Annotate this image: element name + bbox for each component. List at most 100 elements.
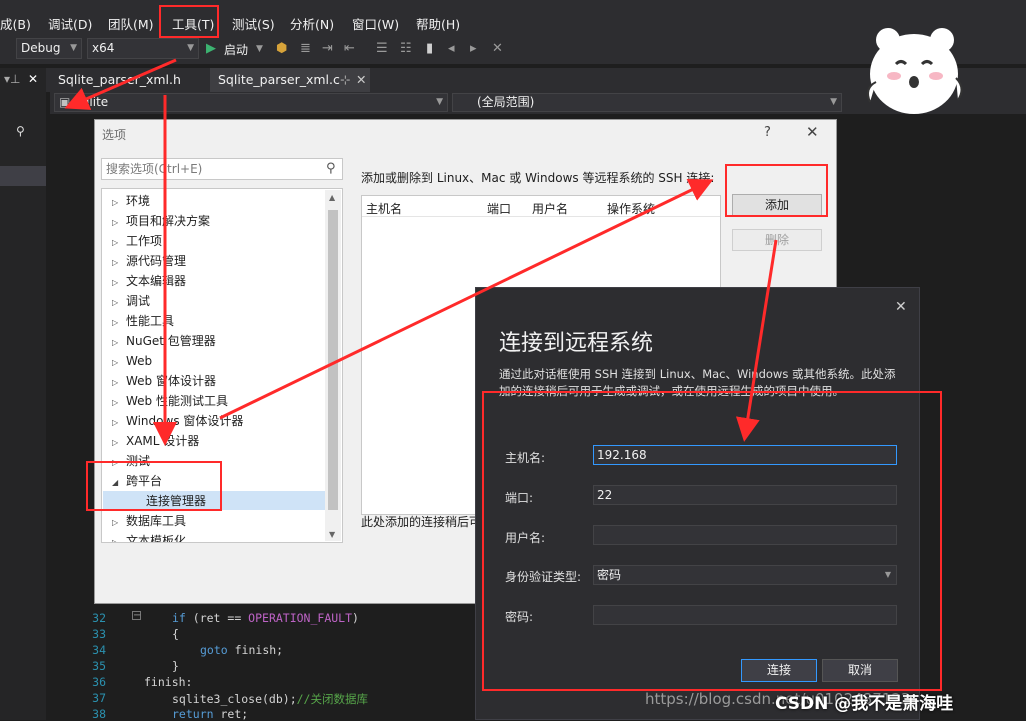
code-line: sqlite3_close(db);//关闭数据库 <box>172 692 368 706</box>
next-bookmark-icon[interactable]: ▸ <box>470 41 477 56</box>
tree-item[interactable]: ▷ 数据库工具 <box>112 511 186 531</box>
scroll-up-icon[interactable]: ▲ <box>329 193 335 202</box>
column-user[interactable]: 用户名 <box>532 200 568 217</box>
collapsed-arrow-icon[interactable]: ▷ <box>112 333 126 353</box>
platform-value: x64 <box>92 41 115 55</box>
tree-item[interactable]: ▷ 工作项 <box>112 231 162 251</box>
close-icon[interactable]: ✕ <box>356 68 366 92</box>
collapsed-arrow-icon[interactable]: ▷ <box>112 353 126 373</box>
code-line: } <box>172 659 179 673</box>
collapse-icon[interactable]: − <box>132 611 141 621</box>
collapsed-arrow-icon[interactable]: ▷ <box>112 253 126 273</box>
clear-bookmarks-icon[interactable]: ✕ <box>492 41 503 56</box>
tree-item[interactable]: ▷ 文本模板化 <box>112 531 187 543</box>
tree-item-label: Web 性能测试工具 <box>126 394 228 408</box>
scroll-down-icon[interactable]: ▼ <box>329 530 335 539</box>
search-icon[interactable]: ⚲ <box>16 124 25 138</box>
tree-item-label: 文本模板化 <box>126 534 187 543</box>
collapsed-arrow-icon[interactable]: ▷ <box>112 213 126 233</box>
pin-icon[interactable]: ⊹ <box>340 68 350 92</box>
breakpoint-icon[interactable]: ≣ <box>300 41 311 56</box>
code-line: if (ret == OPERATION_FAULT) <box>172 611 359 625</box>
tree-item[interactable]: ▷ 项目和解决方案 <box>112 211 210 231</box>
collapsed-arrow-icon[interactable]: ▷ <box>112 513 126 533</box>
tree-item-label: 源代码管理 <box>126 254 187 268</box>
column-port[interactable]: 端口 <box>487 200 511 217</box>
tree-item[interactable]: ▷ 调试 <box>112 291 150 311</box>
chevron-down-icon: ▼ <box>436 97 443 107</box>
options-title: 选项 <box>102 128 127 142</box>
tree-item[interactable]: ▷ XAML 设计器 <box>112 431 199 451</box>
bookmark-icon[interactable]: ▮ <box>426 41 433 56</box>
close-icon[interactable]: ✕ <box>806 123 819 141</box>
tree-item[interactable]: ▷ 文本编辑器 <box>112 271 186 291</box>
tree-item[interactable]: ▷ Web 窗体设计器 <box>112 371 216 391</box>
options-footer-text: 此处添加的连接稍后可 <box>361 515 482 529</box>
panel-selected-row[interactable] <box>0 166 46 186</box>
prev-bookmark-icon[interactable]: ◂ <box>448 41 455 56</box>
list-header-divider <box>362 216 720 217</box>
indent-icon[interactable]: ⇥ <box>322 41 333 56</box>
options-search-input[interactable]: 搜索选项(Ctrl+E) <box>101 158 343 180</box>
tree-item-label: 工作项 <box>126 234 163 248</box>
menu-debug[interactable]: 调试(D) <box>48 14 92 33</box>
project-nav-select[interactable]: ▣ Sqlite ▼ <box>54 93 448 112</box>
tree-item[interactable]: ▷ Windows 窗体设计器 <box>112 411 243 431</box>
tree-item[interactable]: ▷ Web <box>112 351 152 371</box>
tree-item[interactable]: ▷ NuGet 包管理器 <box>112 331 216 351</box>
pin-icon[interactable]: ⊥ <box>10 72 20 86</box>
project-name: Sqlite <box>74 95 109 109</box>
close-icon[interactable]: ✕ <box>28 72 38 86</box>
tree-item-label: Web 窗体设计器 <box>126 374 216 388</box>
menu-help[interactable]: 帮助(H) <box>416 14 460 33</box>
help-icon[interactable]: ? <box>764 125 771 140</box>
search-icon[interactable]: ⚲ <box>326 161 336 176</box>
menu-analyze[interactable]: 分析(N) <box>290 14 334 33</box>
tree-scrollbar-thumb[interactable] <box>328 210 338 510</box>
tab-source-file[interactable]: Sqlite_parser_xml.c ⊹ ✕ <box>210 68 370 92</box>
attach-icon[interactable]: ⬢ <box>276 41 287 56</box>
tree-item-label: 性能工具 <box>126 314 175 328</box>
annotation-box-add <box>725 164 828 217</box>
outdent-icon[interactable]: ⇤ <box>344 41 355 56</box>
column-host[interactable]: 主机名 <box>366 200 402 217</box>
collapsed-arrow-icon[interactable]: ▷ <box>112 273 126 293</box>
project-icon: ▣ <box>59 95 71 109</box>
tree-item[interactable]: ▷ 环境 <box>112 191 150 211</box>
menu-team[interactable]: 团队(M) <box>108 14 154 33</box>
tree-item[interactable]: ▷ Web 性能测试工具 <box>112 391 228 411</box>
chevron-down-icon: ▼ <box>187 43 194 53</box>
collapsed-arrow-icon[interactable]: ▷ <box>112 393 126 413</box>
chevron-down-icon[interactable]: ▼ <box>256 44 263 54</box>
collapsed-arrow-icon[interactable]: ▷ <box>112 413 126 433</box>
menu-test[interactable]: 测试(S) <box>232 14 275 33</box>
scope-nav-select[interactable]: (全局范围) ▼ <box>452 93 842 112</box>
tree-item-label: XAML 设计器 <box>126 434 200 448</box>
collapsed-arrow-icon[interactable]: ▷ <box>112 533 126 542</box>
ssh-connections-label: 添加或删除到 Linux、Mac 或 Windows 等远程系统的 SSH 连接… <box>361 171 715 185</box>
config-select[interactable]: Debug ▼ <box>16 38 82 59</box>
comment-icon[interactable]: ☰ <box>376 41 388 56</box>
collapsed-arrow-icon[interactable]: ▷ <box>112 293 126 313</box>
collapsed-arrow-icon[interactable]: ▷ <box>112 313 126 333</box>
connect-dialog-title: 连接到远程系统 <box>499 331 654 356</box>
close-icon[interactable]: ✕ <box>895 299 907 315</box>
tab-header-file[interactable]: Sqlite_parser_xml.h <box>50 68 208 92</box>
collapsed-arrow-icon[interactable]: ▷ <box>112 233 126 253</box>
column-os[interactable]: 操作系统 <box>607 200 655 217</box>
menu-build[interactable]: 成(B) <box>0 14 31 33</box>
uncomment-icon[interactable]: ☷ <box>400 41 412 56</box>
platform-select[interactable]: x64 ▼ <box>87 38 199 59</box>
tree-item[interactable]: ▷ 性能工具 <box>112 311 174 331</box>
start-label[interactable]: 启动 <box>224 41 248 58</box>
code-line: return ret; <box>172 707 249 721</box>
collapsed-arrow-icon[interactable]: ▷ <box>112 193 126 213</box>
play-icon[interactable]: ▶ <box>206 41 216 56</box>
code-line: { <box>172 627 179 641</box>
code-line: goto finish; <box>200 643 284 657</box>
tree-item[interactable]: ▷ 源代码管理 <box>112 251 186 271</box>
collapsed-arrow-icon[interactable]: ▷ <box>112 433 126 453</box>
collapsed-arrow-icon[interactable]: ▷ <box>112 373 126 393</box>
remove-button[interactable]: 删除 <box>732 229 822 251</box>
menu-window[interactable]: 窗口(W) <box>352 14 399 33</box>
